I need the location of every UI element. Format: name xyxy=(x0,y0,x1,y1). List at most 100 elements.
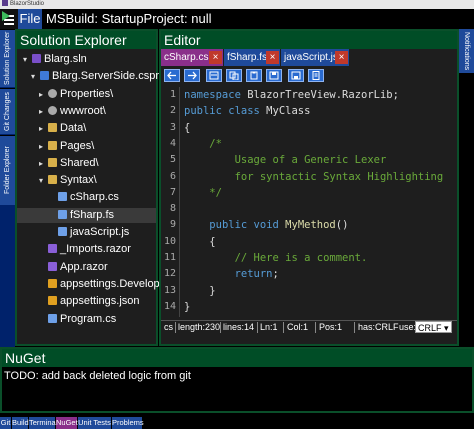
code-token: Usage of a Generic Lexer xyxy=(184,154,387,167)
line-number: 5 xyxy=(169,154,176,166)
chevron-right-icon[interactable]: ▸ xyxy=(39,121,48,136)
tree-node-label: Syntax\ xyxy=(60,174,97,187)
tree-node[interactable]: ▾ Blarg.sln xyxy=(23,52,87,67)
tree-node[interactable]: javaScript.js xyxy=(49,225,129,240)
bottom-tab-nuget[interactable]: NuGet xyxy=(56,417,78,429)
tree-node[interactable]: ▸ Pages\ xyxy=(39,139,94,154)
bottom-tab-problems[interactable]: Problems xyxy=(112,417,144,429)
close-icon[interactable]: × xyxy=(266,51,279,64)
line-ending-select[interactable]: CRLF ▾ xyxy=(415,321,452,333)
document-icon[interactable] xyxy=(308,69,324,82)
file-icon xyxy=(58,192,67,202)
chevron-right-icon[interactable]: ▸ xyxy=(39,139,48,154)
chevron-right-icon[interactable]: ▸ xyxy=(39,87,48,102)
code-token: { xyxy=(184,235,216,248)
code-token: } xyxy=(184,300,191,313)
bottom-tab-unit-tests[interactable]: Unit Tests xyxy=(78,417,112,429)
code-token: MyClass xyxy=(259,105,311,118)
code-line: return; xyxy=(184,268,279,280)
code-line: } xyxy=(184,301,190,313)
tree-node[interactable]: _Imports.razor xyxy=(39,242,131,257)
code-line: */ xyxy=(184,187,222,199)
tab-fsharp[interactable]: fSharp.fs × xyxy=(224,49,280,66)
arrow-right-icon[interactable] xyxy=(184,69,200,82)
arrow-left-icon[interactable] xyxy=(164,69,180,82)
tree-node-label: javaScript.js xyxy=(70,226,130,238)
tab-label: cSharp.cs xyxy=(164,52,209,63)
window-title-bar: BlazorStudio xyxy=(0,0,474,9)
tree-node-label: _Imports.razor xyxy=(60,243,131,256)
paste-icon[interactable] xyxy=(246,69,262,82)
file-menu-button[interactable]: File xyxy=(18,9,42,29)
code-token: // Here is a comment. xyxy=(184,252,368,264)
tree-node[interactable]: ▸ Data\ xyxy=(39,121,86,136)
folder-icon xyxy=(48,140,57,150)
chevron-right-icon[interactable]: ▸ xyxy=(39,104,48,119)
tab-csharp[interactable]: cSharp.cs × xyxy=(161,49,223,66)
tree-node[interactable]: appsettings.json xyxy=(39,294,140,309)
code-token: */ xyxy=(184,186,222,199)
tree-node[interactable]: ▸ Properties\ xyxy=(39,87,113,102)
line-number: 13 xyxy=(163,284,176,296)
nuget-panel: NuGet TODO: add back deleted logic from … xyxy=(0,347,474,413)
close-icon[interactable]: × xyxy=(209,51,222,64)
line-number: 8 xyxy=(169,203,176,215)
chevron-down-icon[interactable]: ▾ xyxy=(31,69,40,84)
chevron-down-icon[interactable]: ▾ xyxy=(39,173,48,188)
tree-node-label: Program.cs xyxy=(60,312,117,325)
solution-explorer-panel: Solution Explorer ▾ Blarg.sln ▾ Blarg.Serve… xyxy=(15,29,175,346)
tree-node-label: App.razor xyxy=(60,260,108,273)
code-token: () xyxy=(335,219,349,232)
tree-node-label: fSharp.fs xyxy=(70,208,115,221)
rail-tab-git-changes[interactable]: Git Changes xyxy=(0,88,15,134)
settings-icon[interactable] xyxy=(206,69,222,82)
folder-icon xyxy=(48,157,57,167)
line-number: 14 xyxy=(163,300,176,312)
chevron-right-icon[interactable]: ▸ xyxy=(39,156,48,171)
code-token: { xyxy=(184,121,191,134)
tree-node[interactable]: appsettings.Developme xyxy=(39,277,175,292)
tree-node[interactable]: fSharp.fs xyxy=(17,207,156,223)
tree-node[interactable]: ▾ Blarg.ServerSide.csproj xyxy=(31,69,168,84)
code-editor[interactable]: 1 2 3 4 5 6 7 8 9 10 11 12 13 14 namespace BlazorTree… xyxy=(161,87,457,317)
tree-node[interactable]: ▸ wwwroot\ xyxy=(39,104,106,119)
close-icon[interactable]: × xyxy=(335,51,348,64)
rail-tab-notifications[interactable]: Notifications xyxy=(459,29,474,73)
bottom-tab-terminal[interactable]: Terminal xyxy=(29,417,57,429)
rail-tab-solution-explorer[interactable]: Solution Explorer xyxy=(0,29,15,87)
line-number: 6 xyxy=(169,170,176,182)
save-all-icon[interactable] xyxy=(288,69,304,82)
tree-node[interactable]: cSharp.cs xyxy=(49,190,119,205)
tree-node[interactable]: App.razor xyxy=(39,260,108,275)
tree-node-label: Blarg.sln xyxy=(44,53,87,65)
solution-icon xyxy=(32,54,41,63)
tree-node[interactable]: Program.cs xyxy=(39,312,116,327)
tree-node[interactable]: ▸ Shared\ xyxy=(39,156,99,171)
status-line-ending: has:CRLF xyxy=(358,322,399,332)
editor-toolbar xyxy=(161,67,457,84)
razor-icon xyxy=(48,244,57,254)
file-icon xyxy=(58,227,67,236)
editor-tab-strip: cSharp.cs × fSharp.fs × javaScript.js × xyxy=(161,49,457,66)
tab-javascript[interactable]: javaScript.js × xyxy=(281,49,349,66)
copy-icon[interactable] xyxy=(226,69,242,82)
bottom-tab-build[interactable]: Build xyxy=(12,417,29,429)
bottom-panel-tabs: Git Build Terminal NuGet Unit Tests Prob… xyxy=(0,417,474,429)
line-number: 7 xyxy=(169,186,176,198)
code-token: for syntactic Syntax Highlighting xyxy=(184,170,444,183)
status-use-label: use: xyxy=(399,322,417,332)
tree-node-label: appsettings.Developme xyxy=(60,277,175,290)
status-length: length:230 xyxy=(178,322,221,332)
status-position: Pos:1 xyxy=(319,322,343,332)
file-icon xyxy=(58,209,67,219)
top-menu-bar: File MSBuild: StartupProject: null xyxy=(0,9,474,29)
bottom-tab-git[interactable]: Git xyxy=(0,417,12,429)
tree-node-label: wwwroot\ xyxy=(60,104,106,117)
chevron-down-icon[interactable]: ▾ xyxy=(23,52,32,67)
msbuild-startup-project[interactable]: MSBuild: StartupProject: null xyxy=(46,9,211,29)
folder-icon xyxy=(48,175,57,185)
tree-node[interactable]: ▾ Syntax\ xyxy=(39,173,97,188)
rail-tab-folder-explorer[interactable]: Folder Explorer xyxy=(0,135,15,205)
save-icon[interactable] xyxy=(266,69,282,82)
